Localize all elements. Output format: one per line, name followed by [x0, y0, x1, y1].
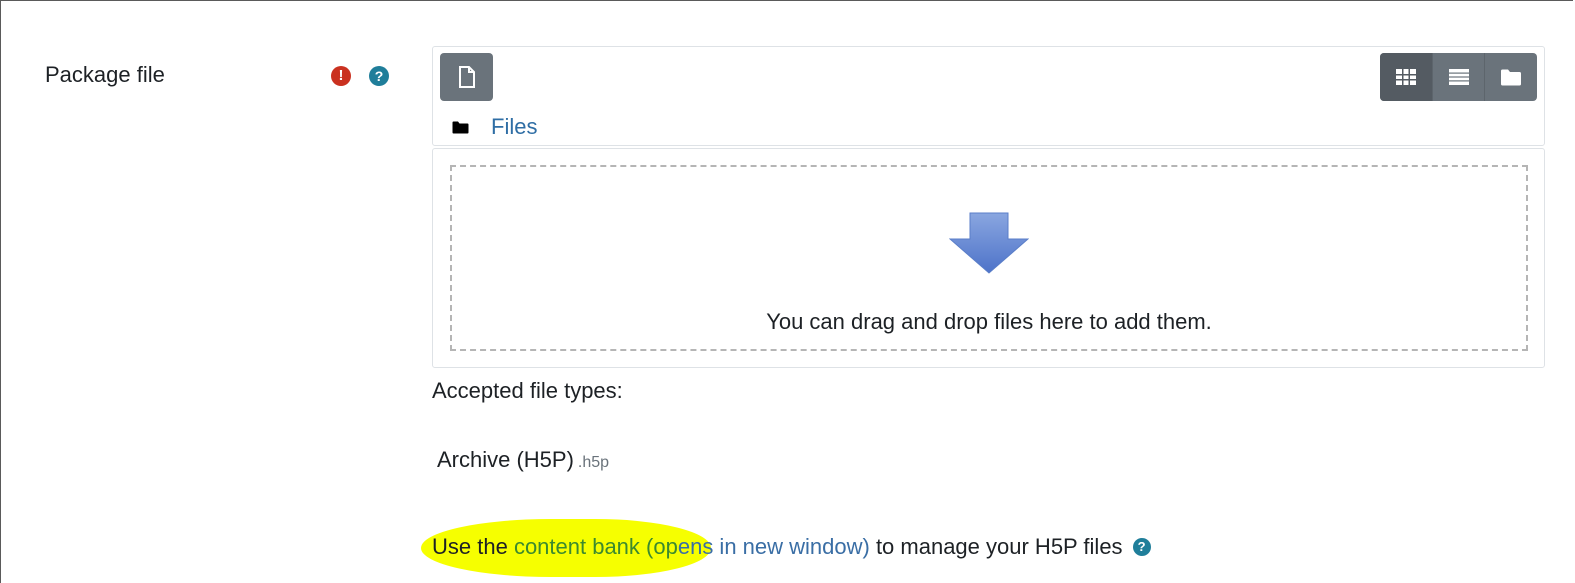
file-icon — [458, 66, 475, 88]
content-bank-prefix: Use the — [432, 534, 514, 559]
content-bank-link[interactable]: content bank (opens in new window) — [514, 534, 870, 560]
breadcrumb: Files — [452, 114, 537, 140]
tree-view-button[interactable] — [1484, 53, 1536, 101]
add-file-button[interactable] — [440, 53, 493, 101]
view-toggle-group — [1380, 53, 1537, 101]
filemanager-toolbar — [432, 46, 1545, 146]
required-icon: ! — [331, 66, 351, 86]
accepted-type-item: Archive (H5P) .h5p — [437, 447, 609, 473]
grid-icon — [1396, 69, 1416, 85]
content-bank-link-part1: content bank (op — [513, 534, 678, 559]
content-bank-link-part2: ens in new window) — [677, 534, 870, 559]
accepted-types-heading: Accepted file types: — [432, 378, 623, 403]
files-link[interactable]: Files — [491, 114, 537, 140]
help-icon[interactable]: ? — [369, 66, 389, 86]
content-bank-note: Use the content bank (opens in new windo… — [432, 534, 1151, 560]
type-extension: .h5p — [577, 454, 610, 471]
type-name: Archive (H5P) — [437, 447, 574, 472]
dropzone-message: You can drag and drop files here to add … — [766, 309, 1212, 334]
folder-icon — [452, 121, 469, 133]
list-icon — [1448, 69, 1469, 85]
folder-icon — [1500, 69, 1521, 85]
list-view-button[interactable] — [1432, 53, 1484, 101]
arrow-down-icon — [949, 212, 1029, 274]
content-bank-suffix: to manage your H5P files — [869, 534, 1123, 559]
icons-view-button[interactable] — [1380, 53, 1432, 101]
field-label: Package file — [45, 62, 165, 87]
help-icon[interactable]: ? — [1132, 538, 1151, 556]
